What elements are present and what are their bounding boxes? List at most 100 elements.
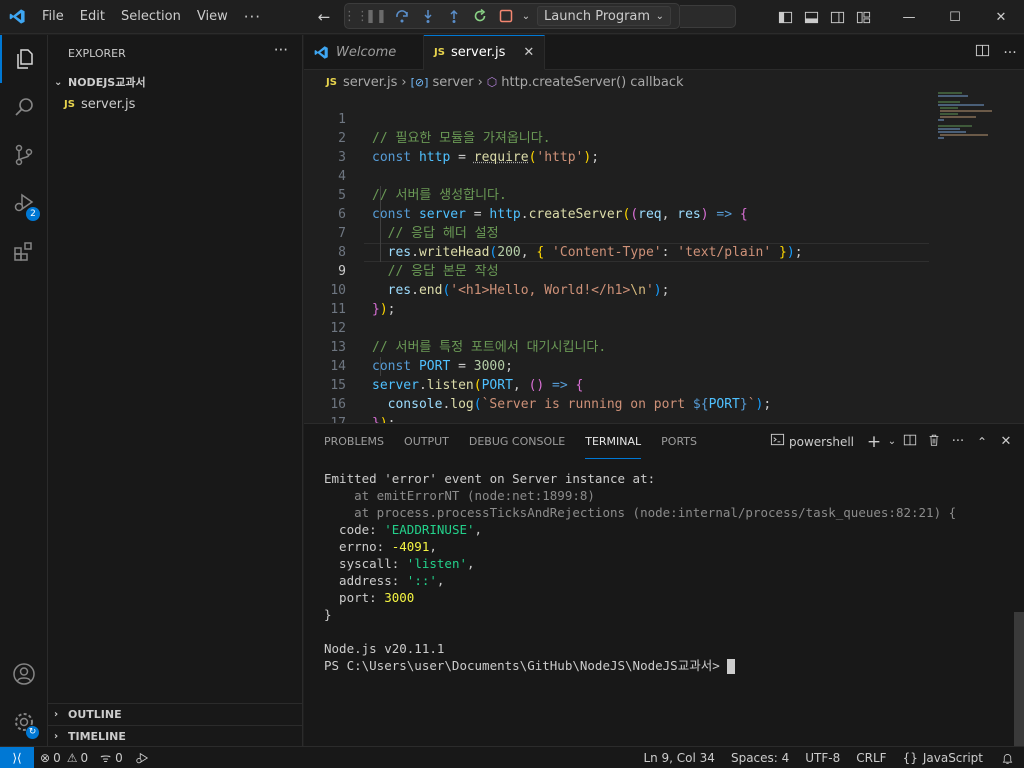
language-mode[interactable]: {} JavaScript [895,751,991,765]
menu-view[interactable]: View [189,0,236,34]
code-line: 12 // 서버를 특정 포트에서 대기시킵니다. [304,300,1004,319]
step-out-icon[interactable] [441,4,467,28]
source-control-icon[interactable] [0,131,48,179]
outline-section[interactable]: › OUTLINE [48,703,303,725]
tab-welcome[interactable]: Welcome [304,35,424,70]
problems-status[interactable]: ⊗ 0 ⚠ 0 [34,751,94,765]
panel-actions: powershell + ⌄ ··· ⌃ ✕ [765,424,1018,459]
tab-label: Welcome [336,45,396,60]
maximize-panel-icon[interactable]: ⌃ [970,435,994,449]
menu-selection[interactable]: Selection [113,0,189,34]
terminal-prompt: PS C:\Users\user\Documents\GitHub\NodeJS… [324,657,1014,674]
chevron-down-icon: ⌄ [54,77,68,88]
line-ending[interactable]: CRLF [848,751,894,765]
remote-indicator-icon[interactable]: ⟩⟨ [0,747,34,768]
folder-root[interactable]: ⌄ NODEJS교과서 [48,71,303,93]
pause-icon[interactable]: ❚❚ [363,4,389,28]
cursor-position[interactable]: Ln 9, Col 34 [635,751,723,765]
chevron-down-icon[interactable]: ⌄ [519,4,533,28]
shell-name[interactable]: powershell [789,435,854,449]
status-bar: ⟩⟨ ⊗ 0 ⚠ 0 ᯤ 0 Ln 9, Col 34 Spaces: 4 UT… [0,746,1024,768]
terminal-scrollbar[interactable] [1014,612,1024,746]
debug-launch-icon[interactable] [129,751,155,765]
indentation[interactable]: Spaces: 4 [723,751,797,765]
explorer-icon[interactable] [0,35,48,83]
tab-ports[interactable]: PORTS [661,424,697,459]
terminal-line: code: 'EADDRINUSE', [324,521,1014,538]
activity-bar: 2 ↻ [0,35,48,746]
tab-server-js[interactable]: JS server.js ✕ [424,35,545,70]
terminal-output[interactable]: Emitted 'error' event on Server instance… [324,470,1014,674]
notifications-bell-icon[interactable] [991,752,1024,765]
step-into-icon[interactable] [415,4,441,28]
launch-config-select[interactable]: Launch Program ⌄ [537,6,671,26]
tab-problems[interactable]: PROBLEMS [324,424,384,459]
minimize-button[interactable]: — [886,0,932,34]
restart-icon[interactable] [467,4,493,28]
menu-file[interactable]: File [34,0,72,34]
terminal-line: port: 3000 [324,589,1014,606]
chevron-down-icon[interactable]: ⌄ [886,436,898,447]
close-panel-icon[interactable]: ✕ [994,434,1018,449]
menu-more-icon[interactable]: ··· [236,8,269,26]
encoding[interactable]: UTF-8 [797,751,848,765]
command-center[interactable] [680,5,736,28]
code-line: 6 // 응답 헤더 설정 [304,186,1004,205]
timeline-label: TIMELINE [68,730,126,743]
timeline-section[interactable]: › TIMELINE [48,725,303,747]
editor-tabs: Welcome JS server.js ✕ ··· [304,35,1024,70]
more-actions-icon[interactable]: ··· [946,434,970,449]
more-actions-icon[interactable]: ··· [996,45,1024,61]
terminal-cursor [727,659,735,674]
breadcrumb-callback[interactable]: http.createServer() callback [501,75,683,90]
code-line: 4 // 서버를 생성합니다. [304,148,1004,167]
toggle-secondary-sidebar-icon[interactable] [824,0,850,34]
manage-gear-icon[interactable]: ↻ [0,698,48,746]
braces-icon: {} [903,751,918,765]
ports-status[interactable]: ᯤ 0 [94,749,129,766]
stop-icon[interactable] [493,4,519,28]
customize-layout-icon[interactable] [850,0,876,34]
new-terminal-icon[interactable]: + [862,432,886,452]
debug-badge: 2 [26,207,40,221]
extensions-icon[interactable] [0,227,48,275]
more-actions-icon[interactable]: ··· [274,41,288,59]
bottom-panel: PROBLEMS OUTPUT DEBUG CONSOLE TERMINAL P… [304,423,1024,746]
toggle-panel-icon[interactable] [798,0,824,34]
code-line: 1 // 필요한 모듈을 가져옵니다. [304,91,1004,110]
tab-output[interactable]: OUTPUT [404,424,449,459]
file-name: server.js [81,97,135,112]
maximize-button[interactable]: ☐ [932,0,978,34]
close-window-button[interactable]: ✕ [978,0,1024,34]
launch-config-label: Launch Program [544,9,650,24]
js-file-icon: JS [326,77,337,88]
search-icon[interactable] [0,83,48,131]
code-line: 7 res.writeHead(200, { 'Content-Type': '… [304,205,1004,224]
run-and-debug-icon[interactable]: 2 [0,179,48,227]
split-terminal-icon[interactable] [898,433,922,451]
back-arrow-icon[interactable]: ← [311,8,337,26]
code-editor[interactable]: 1 // 필요한 모듈을 가져옵니다. 2 const http = requi… [304,91,1024,423]
breadcrumb-symbol[interactable]: server [432,75,473,90]
chevron-right-icon: › [54,731,68,742]
step-over-icon[interactable] [389,4,415,28]
code-line: 2 const http = require('http'); [304,110,1004,129]
drag-handle-icon[interactable]: ⋮⋮ [349,4,363,28]
terminal-line: errno: -4091, [324,538,1014,555]
menu-edit[interactable]: Edit [72,0,113,34]
breadcrumb-file[interactable]: server.js [343,75,397,90]
close-icon[interactable]: ✕ [523,45,534,60]
file-item-server-js[interactable]: JS server.js [48,93,303,115]
terminal-line: address: '::', [324,572,1014,589]
warning-icon: ⚠ [67,751,78,765]
minimap[interactable] [936,91,1016,141]
account-icon[interactable] [0,650,48,698]
tab-terminal[interactable]: TERMINAL [585,424,641,459]
code-line: 16 }); [304,376,1004,395]
tab-debug-console[interactable]: DEBUG CONSOLE [469,424,565,459]
trash-icon[interactable] [922,433,946,451]
split-editor-icon[interactable] [968,43,996,62]
toggle-primary-sidebar-icon[interactable] [772,0,798,34]
terminal-line: } [324,606,1014,623]
chevron-right-icon: › [401,75,406,90]
